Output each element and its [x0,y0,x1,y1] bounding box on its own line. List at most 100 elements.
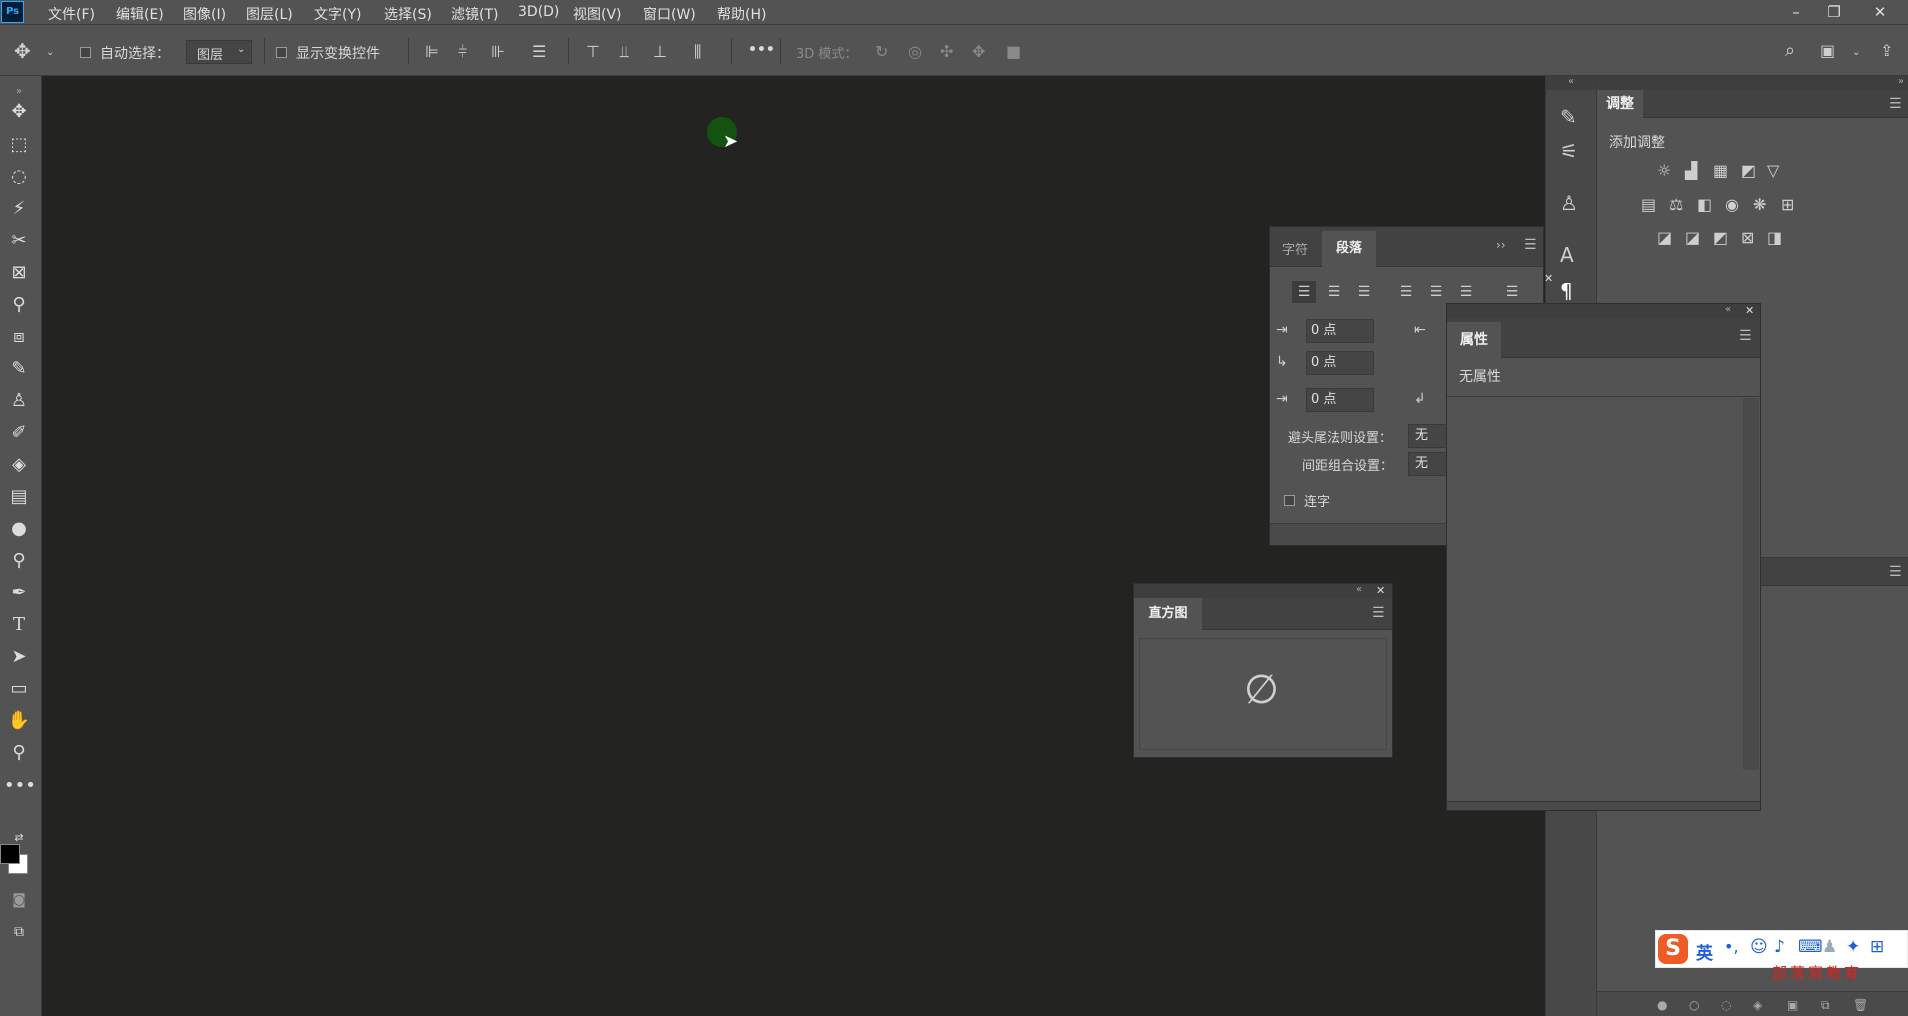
justify-last-left-icon[interactable]: ☰ [1394,281,1418,303]
character-panel-icon[interactable]: A [1560,245,1574,265]
crop-tool-icon[interactable]: ✂ [4,227,34,255]
collapse-arrows-icon[interactable]: « [1356,584,1362,595]
properties-titlebar[interactable]: « ✕ [1447,304,1760,318]
skin-icon[interactable]: ✦ [1846,937,1860,957]
close-button[interactable]: ✕ [1860,0,1900,25]
posterize-icon[interactable]: ◪ [1685,229,1700,247]
hyphenate-checkbox[interactable] [1284,495,1295,506]
distribute-vertical-icon[interactable]: ☰ [532,43,546,61]
collapse-arrows-icon[interactable]: « [1546,76,1596,90]
brush-settings-icon[interactable]: ✎ [1560,107,1577,127]
collapse-arrows-icon[interactable]: « [1725,304,1731,315]
history-brush-tool-icon[interactable]: ✐ [4,419,34,447]
space-before-field[interactable]: 0 点 [1306,388,1374,412]
type-tool-icon[interactable]: T [4,611,34,639]
brush-presets-icon[interactable]: ⚟ [1560,141,1578,161]
dodge-tool-icon[interactable]: ⚲ [4,547,34,575]
menu-type[interactable]: 文字(Y) [314,4,361,24]
auto-select-dropdown[interactable]: 图层 ⌄ [186,40,252,64]
search-icon[interactable]: ⌕ [1785,42,1795,60]
lasso-tool-icon[interactable]: ◌ [4,163,34,191]
align-left-text-icon[interactable]: ☰ [1292,281,1316,303]
kinsoku-dropdown[interactable]: 无 [1408,424,1448,448]
threshold-icon[interactable]: ◩ [1713,229,1728,247]
healing-brush-tool-icon[interactable]: ⧈ [4,323,34,351]
color-lookup-icon[interactable]: ⊞ [1781,196,1794,214]
move-tool-icon[interactable]: ✥ [4,98,34,126]
brightness-contrast-icon[interactable]: ☼ [1657,162,1671,180]
hand-tool-icon[interactable]: ✋ [4,707,34,735]
selective-color-icon[interactable]: ◨ [1767,229,1782,247]
expand-arrows-icon[interactable]: ›› [1496,238,1506,252]
invert-icon[interactable]: ◪ [1657,229,1672,247]
exposure-icon[interactable]: ◩ [1741,162,1756,180]
foreground-color-swatch[interactable] [0,844,20,864]
menu-image[interactable]: 图像(I) [183,4,226,24]
pan-3d-icon[interactable]: ✣ [940,43,953,61]
link-layers-icon[interactable]: ● [1657,996,1667,1014]
microphone-icon[interactable]: ♪ [1774,937,1785,957]
punctuation-icon[interactable]: •, [1724,937,1739,956]
histogram-titlebar[interactable]: « ✕ [1134,584,1392,598]
document-canvas[interactable] [42,76,1545,1016]
zoom-tool-icon[interactable]: ⚲ [4,739,34,767]
menu-edit[interactable]: 编辑(E) [116,4,164,24]
layer-mask-icon[interactable]: ◌ [1721,996,1731,1014]
emoji-icon[interactable]: ☺ [1750,937,1768,957]
panel-menu-icon[interactable]: ☰ [1889,96,1902,112]
menu-layer[interactable]: 图层(L) [246,4,293,24]
properties-scrollbar[interactable] [1743,398,1759,770]
adjustment-layer-icon[interactable]: ◈ [1753,996,1762,1014]
panel-menu-icon[interactable]: ☰ [1372,605,1385,621]
menu-help[interactable]: 帮助(H) [717,4,766,24]
align-horizontal-centers-icon[interactable]: ⫩ [458,43,467,61]
marquee-tool-icon[interactable]: ⬚ [4,131,34,159]
black-white-icon[interactable]: ◧ [1697,196,1712,214]
photo-filter-icon[interactable]: ◉ [1725,196,1739,214]
gradient-tool-icon[interactable]: ▤ [4,483,34,511]
show-transform-checkbox[interactable] [276,47,287,58]
close-icon[interactable]: ✕ [1745,304,1754,317]
more-tools-icon[interactable]: ••• [4,772,36,800]
justify-last-right-icon[interactable]: ☰ [1454,281,1478,303]
chevron-down-icon[interactable]: ⌄ [1852,44,1860,62]
group-icon[interactable]: ▣ [1787,996,1798,1014]
pen-tool-icon[interactable]: ✒ [4,579,34,607]
layer-style-icon[interactable]: ○ [1689,996,1699,1014]
more-options-icon[interactable]: ••• [748,42,775,58]
vibrance-icon[interactable]: ▽ [1767,162,1779,180]
panel-menu-icon[interactable]: ☰ [1889,564,1902,580]
auto-select-checkbox[interactable] [80,47,91,58]
align-left-edges-icon[interactable]: ⊫ [425,43,439,61]
keyboard-icon[interactable]: ⌨ [1798,937,1823,957]
gradient-map-icon[interactable]: ⊠ [1741,229,1754,247]
workspace-icon[interactable]: ▣ [1820,42,1835,60]
menu-view[interactable]: 视图(V) [573,4,622,24]
align-right-text-icon[interactable]: ☰ [1352,281,1376,303]
justify-last-center-icon[interactable]: ☰ [1424,281,1448,303]
brush-tool-icon[interactable]: ✎ [4,355,34,383]
eraser-tool-icon[interactable]: ◈ [4,451,34,479]
slide-3d-icon[interactable]: ✥ [972,43,985,61]
new-layer-icon[interactable]: ⧉ [1821,996,1830,1014]
ime-language-toggle[interactable]: 英 [1696,939,1713,964]
indent-first-line-field[interactable]: 0 点 [1306,351,1374,375]
menu-filter[interactable]: 滤镜(T) [451,4,498,24]
tab-character[interactable]: 字符 [1282,239,1308,258]
curves-icon[interactable]: ▦ [1713,162,1728,180]
justify-all-icon[interactable]: ☰ [1500,281,1524,303]
blur-tool-icon[interactable]: ● [4,515,34,543]
eyedropper-tool-icon[interactable]: ⚲ [4,291,34,319]
close-icon[interactable]: ✕ [1544,272,1553,285]
align-bottom-edges-icon[interactable]: ⊥ [653,43,667,61]
tab-histogram[interactable]: 直方图 [1134,598,1202,630]
path-selection-tool-icon[interactable]: ➤ [4,643,34,671]
levels-icon[interactable]: ▟ [1685,162,1697,180]
move-tool-icon[interactable]: ✥ [14,41,31,61]
menu-select[interactable]: 选择(S) [384,4,432,24]
stamp-tool-icon[interactable]: ♙ [4,387,34,415]
scale-3d-icon[interactable]: ■ [1006,43,1021,61]
align-top-edges-icon[interactable]: ⊤ [586,43,600,61]
tab-properties[interactable]: 属性 [1447,322,1501,358]
hue-saturation-icon[interactable]: ▤ [1641,196,1656,214]
